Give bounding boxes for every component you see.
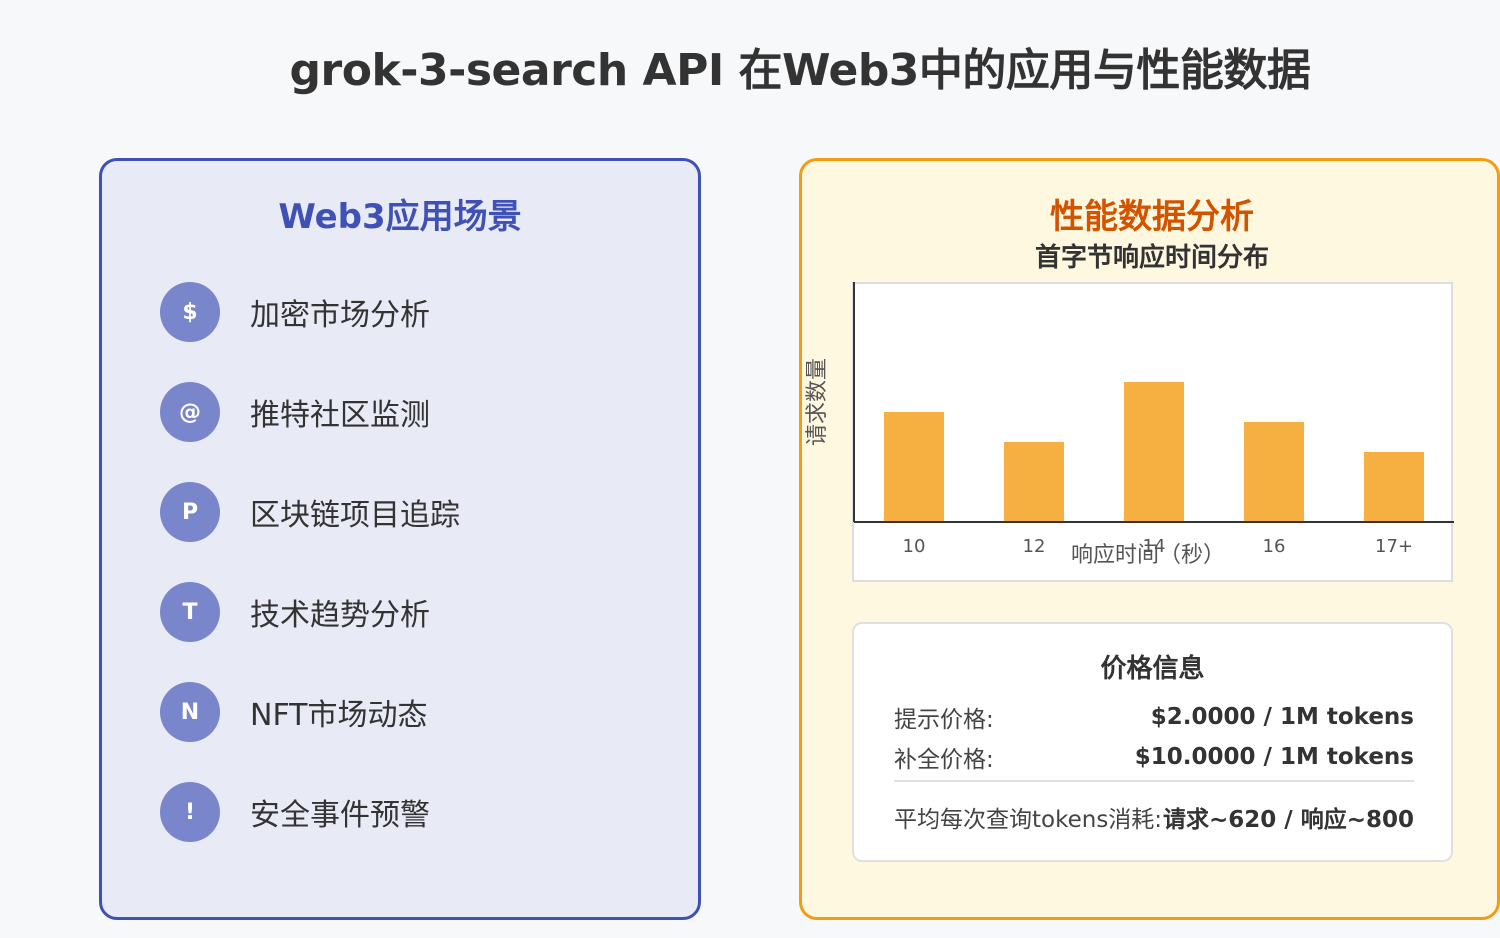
- chart-bar-10: [884, 412, 944, 522]
- chart-bar-16: [1244, 422, 1304, 522]
- prompt-price-value: $2.0000 / 1M tokens: [1150, 704, 1414, 730]
- chart-bar-12: [1004, 442, 1064, 522]
- prompt-price-row: 提示价格: $2.0000 / 1M tokens: [894, 700, 1414, 734]
- completion-price-label: 补全价格:: [894, 747, 994, 773]
- price-title: 价格信息: [1100, 654, 1205, 684]
- completion-price-value: $10.0000 / 1M tokens: [1134, 744, 1414, 770]
- scenario-label: 安全事件预警: [250, 798, 430, 833]
- chart-title: 首字节响应时间分布: [1034, 243, 1269, 273]
- scenario-label: 加密市场分析: [250, 298, 430, 333]
- trend-icon: T: [160, 582, 220, 642]
- x-tick-label: 12: [1023, 536, 1046, 557]
- chart-svg: 10 12 14 16 17+ 响应时间（秒） 请求数量: [805, 282, 1454, 568]
- y-axis-label: 请求数量: [805, 358, 830, 446]
- scenario-item-market-analysis[interactable]: $ 加密市场分析: [160, 282, 640, 342]
- scenario-label: NFT市场动态: [250, 698, 428, 733]
- project-icon: P: [160, 482, 220, 542]
- scenario-item-security-alert[interactable]: ! 安全事件预警: [160, 782, 640, 842]
- web3-scenarios-panel: Web3应用场景 $ 加密市场分析 @ 推特社区监测 P 区块链项目追踪 T 技…: [99, 158, 701, 920]
- scenario-label: 推特社区监测: [250, 398, 430, 433]
- scenario-item-tech-trends[interactable]: T 技术趋势分析: [160, 582, 640, 642]
- chart-bar-14: [1124, 382, 1184, 522]
- at-icon: @: [160, 382, 220, 442]
- dollar-icon: $: [160, 282, 220, 342]
- scenario-item-nft-market[interactable]: N NFT市场动态: [160, 682, 640, 742]
- x-tick-label: 10: [903, 536, 926, 557]
- alert-icon: !: [160, 782, 220, 842]
- avg-tokens-row: 平均每次查询tokens消耗: 请求~620 / 响应~800: [894, 800, 1414, 834]
- price-divider: [894, 780, 1414, 782]
- nft-icon: N: [160, 682, 220, 742]
- avg-tokens-value: 请求~620 / 响应~800: [1163, 807, 1414, 833]
- chart-bar-17plus: [1364, 452, 1424, 522]
- completion-price-row: 补全价格: $10.0000 / 1M tokens: [894, 740, 1414, 774]
- performance-title: 性能数据分析: [1050, 197, 1254, 237]
- scenarios-title: Web3应用场景: [278, 197, 522, 237]
- response-time-chart: 10 12 14 16 17+ 响应时间（秒） 请求数量: [805, 282, 1454, 582]
- page-title: grok-3-search API 在Web3中的应用与性能数据: [289, 45, 1311, 96]
- scenario-label: 区块链项目追踪: [250, 498, 460, 533]
- x-tick-label: 16: [1263, 536, 1286, 557]
- price-info-card: 价格信息 提示价格: $2.0000 / 1M tokens 补全价格: $10…: [852, 622, 1453, 862]
- scenario-item-twitter-monitor[interactable]: @ 推特社区监测: [160, 382, 640, 442]
- avg-tokens-label: 平均每次查询tokens消耗:: [894, 807, 1163, 833]
- prompt-price-label: 提示价格:: [894, 707, 994, 733]
- x-axis-label: 响应时间（秒）: [1071, 543, 1225, 568]
- x-tick-label: 17+: [1375, 536, 1413, 557]
- performance-panel: 性能数据分析 首字节响应时间分布 10 12 14 16 17+ 响应时间（秒） 请求数…: [799, 158, 1500, 920]
- scenario-item-project-tracking[interactable]: P 区块链项目追踪: [160, 482, 640, 542]
- scenario-label: 技术趋势分析: [250, 598, 430, 633]
